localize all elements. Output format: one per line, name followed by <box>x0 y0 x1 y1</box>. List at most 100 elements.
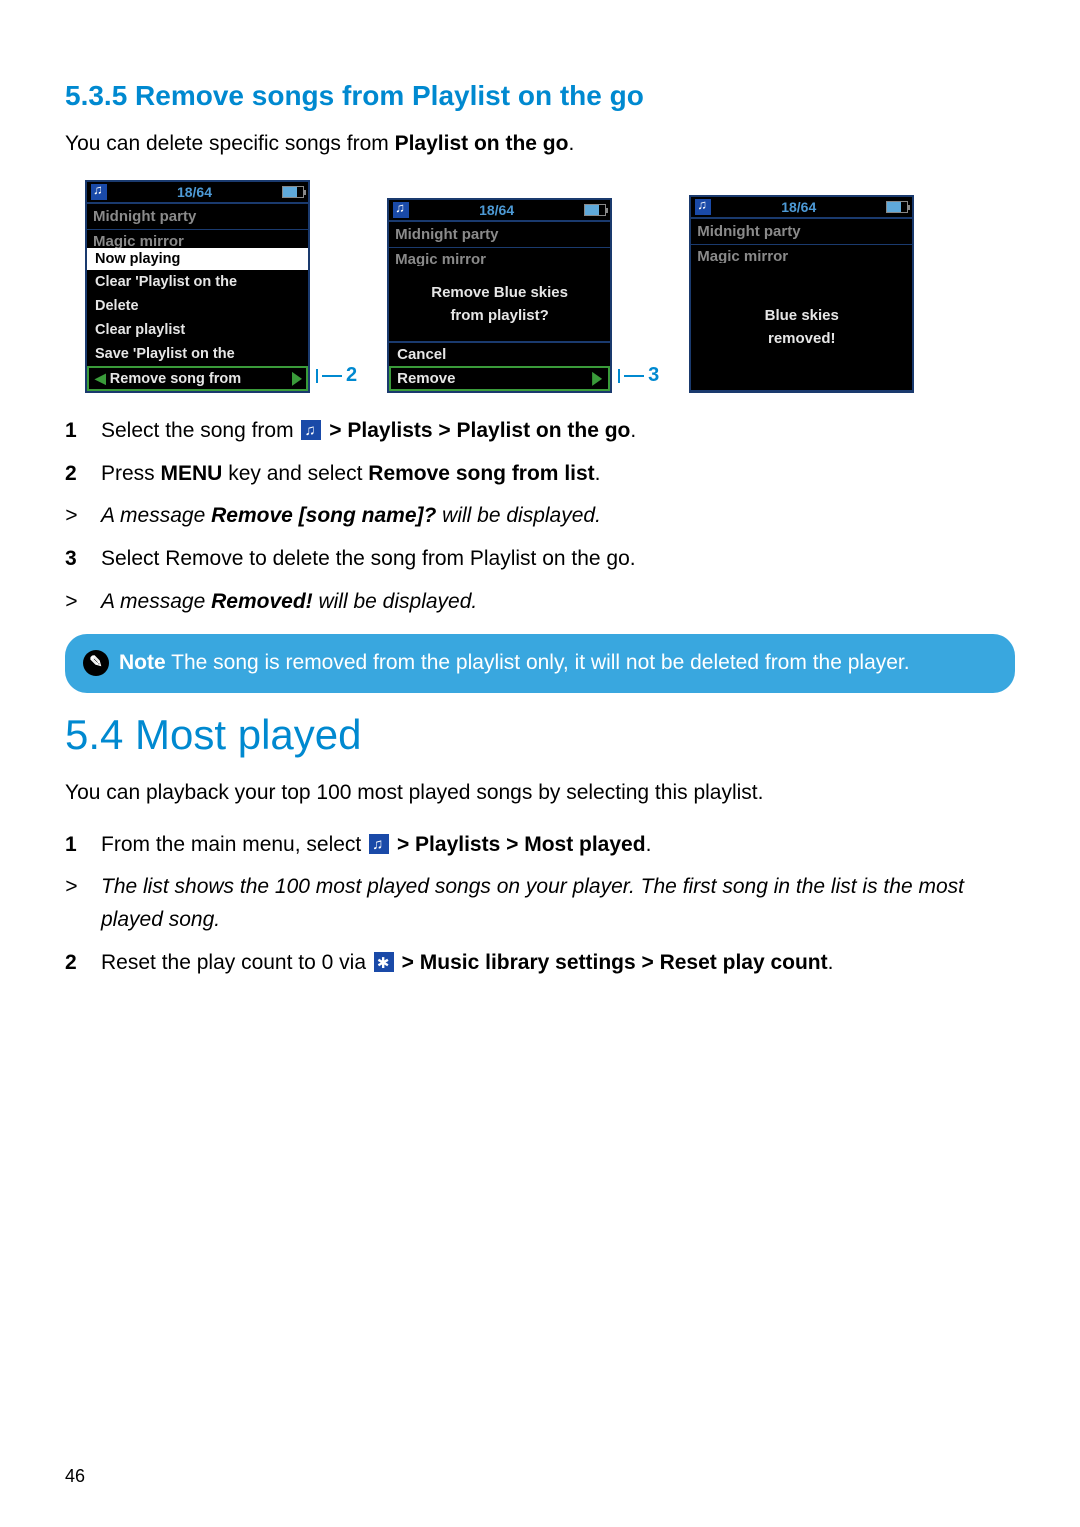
arrow-right-icon <box>292 372 302 386</box>
menu-remove-song[interactable]: ◀ Remove song from <box>87 366 308 391</box>
callout-3: 3 <box>618 364 659 393</box>
t: . <box>646 833 652 856</box>
music-note-icon <box>393 202 409 218</box>
t: key and select <box>222 462 368 485</box>
callout-3-num: 3 <box>648 364 659 387</box>
device-header: 18/64 <box>87 182 308 204</box>
device-header: 18/64 <box>389 200 610 222</box>
t: Select the song from <box>101 419 299 442</box>
t: Press <box>101 462 161 485</box>
music-icon <box>301 420 321 440</box>
step-num-2: 2 <box>65 947 83 980</box>
note-label: Note <box>119 651 166 674</box>
screen-1-wrap: 18/64 Midnight party Magic mirror Now pl… <box>85 180 357 393</box>
t: Removed! <box>211 590 313 613</box>
t: Remove song from list <box>368 462 594 485</box>
t: . <box>828 951 834 974</box>
battery-icon <box>282 186 304 198</box>
intro-54: You can playback your top 100 most playe… <box>65 779 1015 807</box>
menu-remove-label: Remove song from <box>110 371 241 387</box>
screen-2-wrap: 18/64 Midnight party Magic mirror Remove… <box>387 180 659 393</box>
step-num-3: 3 <box>65 543 83 576</box>
note-text: Note The song is removed from the playli… <box>119 648 910 678</box>
step-num-2: 2 <box>65 458 83 491</box>
note-icon: ✎ <box>83 650 109 676</box>
list-row-midnight: Midnight party <box>389 222 610 248</box>
screenshot-row: 18/64 Midnight party Magic mirror Now pl… <box>85 180 1015 393</box>
result-marker: > <box>65 500 83 533</box>
menu-now-playing[interactable]: Now playing <box>87 248 308 270</box>
device-screen-3: 18/64 Midnight party Magic mirror Blue s… <box>689 195 914 393</box>
t: Reset the play count to 0 via <box>101 951 372 974</box>
note-box: ✎ Note The song is removed from the play… <box>65 634 1015 692</box>
step-1-text: Select the song from > Playlists > Playl… <box>101 415 1015 448</box>
t: will be displayed. <box>436 504 601 527</box>
battery-icon <box>584 204 606 216</box>
intro-pre: You can delete specific songs from <box>65 132 395 155</box>
list-row-magic: Magic mirror <box>389 248 610 266</box>
intro-535: You can delete specific songs from Playl… <box>65 130 1015 158</box>
list-row-magic: Magic mirror <box>691 245 912 263</box>
heading-54: 5.4 Most played <box>65 711 1015 759</box>
device-screen-2: 18/64 Midnight party Magic mirror Remove… <box>387 198 612 393</box>
page-number: 46 <box>65 1466 85 1487</box>
t: > Music library settings > Reset play co… <box>396 951 828 974</box>
arrow-left-icon: ◀ <box>95 370 106 387</box>
intro-bold: Playlist on the go <box>395 132 569 155</box>
dialog-line2: removed! <box>699 328 904 351</box>
steps-54: 1 From the main menu, select > Playlists… <box>65 829 1015 979</box>
callout-2: 2 <box>316 364 357 393</box>
context-menu: Now playing Clear 'Playlist on the Delet… <box>87 248 308 391</box>
result-1-text: A message Remove [song name]? will be di… <box>101 500 1015 533</box>
step-num-1: 1 <box>65 415 83 448</box>
list-row-midnight: Midnight party <box>87 204 308 230</box>
dialog-line1: Blue skies <box>699 305 904 328</box>
battery-icon <box>886 201 908 213</box>
remove-label: Remove <box>397 370 455 387</box>
menu-clear-potg[interactable]: Clear 'Playlist on the <box>87 270 308 294</box>
confirm-dialog: Remove Blue skies from playlist? <box>389 266 610 342</box>
t: From the main menu, select <box>101 833 367 856</box>
list-row-magic: Magic mirror <box>87 230 308 248</box>
step-num-1: 1 <box>65 829 83 862</box>
header-count: 18/64 <box>781 199 816 215</box>
removed-dialog: Blue skies removed! <box>691 263 912 391</box>
arrow-right-icon <box>592 372 602 386</box>
result-marker: > <box>65 586 83 619</box>
cancel-button[interactable]: Cancel <box>389 342 610 366</box>
dialog-line2: from playlist? <box>397 305 602 328</box>
device-header: 18/64 <box>691 197 912 219</box>
step-2-text: Reset the play count to 0 via > Music li… <box>101 947 1015 980</box>
list-row-midnight: Midnight party <box>691 219 912 245</box>
step-2-text: Press MENU key and select Remove song fr… <box>101 458 1015 491</box>
music-note-icon <box>695 199 711 215</box>
steps-535: 1 Select the song from > Playlists > Pla… <box>65 415 1015 618</box>
result-text: The list shows the 100 most played songs… <box>101 871 1015 936</box>
t: . <box>630 419 636 442</box>
remove-button[interactable]: Remove <box>389 366 610 391</box>
menu-save-potg[interactable]: Save 'Playlist on the <box>87 342 308 366</box>
menu-clear-playlist[interactable]: Clear playlist <box>87 318 308 342</box>
step-1-text: From the main menu, select > Playlists >… <box>101 829 1015 862</box>
t: A message <box>101 590 211 613</box>
result-2-text: A message Removed! will be displayed. <box>101 586 1015 619</box>
music-icon <box>369 834 389 854</box>
dialog-line1: Remove Blue skies <box>397 282 602 305</box>
t: A message <box>101 504 211 527</box>
t: will be displayed. <box>313 590 478 613</box>
settings-icon <box>374 952 394 972</box>
t: MENU <box>161 462 223 485</box>
device-screen-1: 18/64 Midnight party Magic mirror Now pl… <box>85 180 310 393</box>
result-marker: > <box>65 871 83 936</box>
intro-post: . <box>568 132 574 155</box>
header-count: 18/64 <box>177 184 212 200</box>
t: > Playlists > Playlist on the go <box>323 419 630 442</box>
note-body: The song is removed from the playlist on… <box>166 651 910 674</box>
t: > Playlists > Most played <box>391 833 645 856</box>
t: . <box>595 462 601 485</box>
heading-535: 5.3.5 Remove songs from Playlist on the … <box>65 80 1015 112</box>
header-count: 18/64 <box>479 202 514 218</box>
music-note-icon <box>91 184 107 200</box>
step-3-text: Select Remove to delete the song from Pl… <box>101 543 1015 576</box>
menu-delete[interactable]: Delete <box>87 294 308 318</box>
